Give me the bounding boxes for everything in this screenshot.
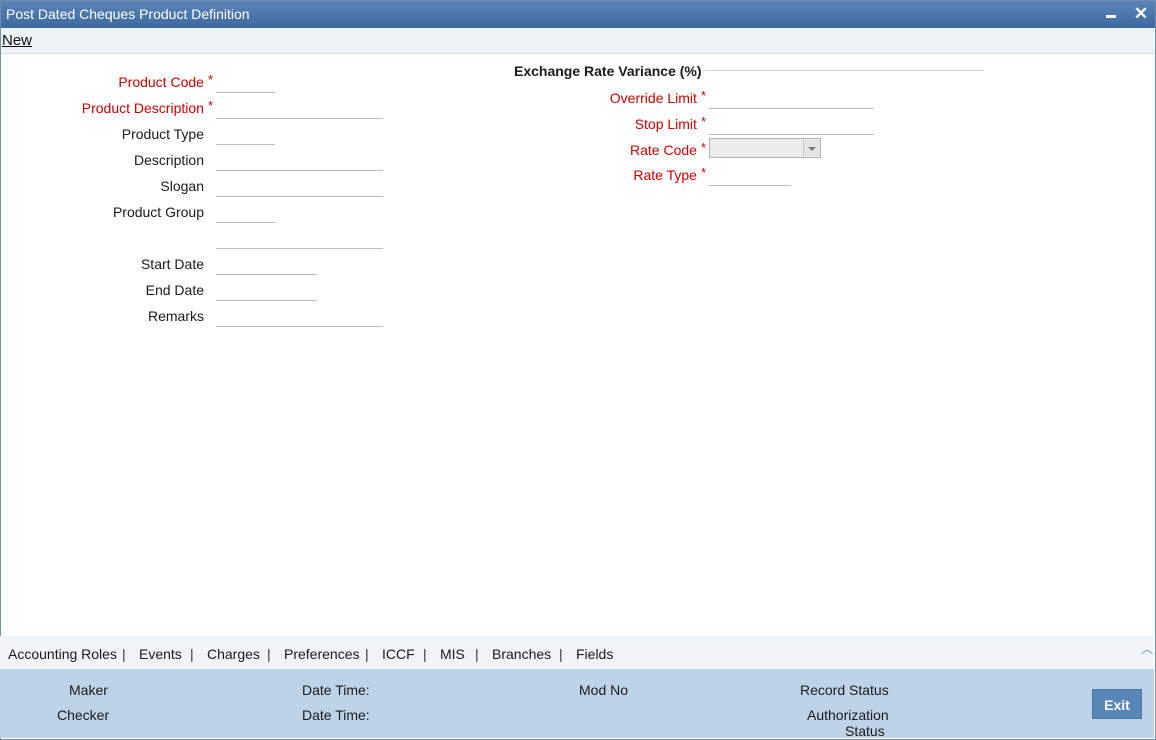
rate-type-label: Rate Type *: [633, 165, 706, 183]
stop-limit-field[interactable]: [709, 114, 874, 135]
authorization-label: Authorization: [807, 707, 889, 723]
remarks-label: Remarks: [147, 308, 204, 324]
tab-charges[interactable]: Charges: [207, 646, 260, 662]
product-group-field[interactable]: [216, 202, 275, 223]
rate-code-label: Rate Code *: [630, 140, 706, 158]
slogan-field[interactable]: [216, 176, 383, 197]
product-description-field[interactable]: [216, 98, 383, 119]
product-group-label: Product Group: [112, 204, 204, 220]
description-label: Description: [133, 152, 204, 168]
maker-date-time-label: Date Time:: [302, 682, 370, 698]
override-limit-label: Override Limit *: [609, 88, 706, 106]
tab-branches[interactable]: Branches: [492, 646, 551, 662]
tab-separator: |: [267, 646, 271, 662]
product-description-label: Product Description *: [81, 98, 213, 116]
close-icon[interactable]: ✕: [1131, 4, 1151, 24]
exit-button[interactable]: Exit: [1092, 689, 1142, 719]
end-date-label: End Date: [145, 282, 204, 298]
tab-mis[interactable]: MIS: [440, 646, 465, 662]
tab-fields[interactable]: Fields: [576, 646, 613, 662]
product-code-field[interactable]: [216, 72, 275, 93]
title-bar: Post Dated Cheques Product Definition ✕: [1, 1, 1155, 28]
exchange-rate-variance-title: Exchange Rate Variance (%): [514, 63, 702, 79]
product-group-description-field[interactable]: [216, 228, 383, 249]
new-link[interactable]: New: [2, 32, 32, 49]
tab-preferences[interactable]: Preferences: [284, 646, 359, 662]
audit-footer: [0, 669, 1154, 738]
checker-date-time-label: Date Time:: [302, 707, 370, 723]
override-limit-field[interactable]: [709, 88, 874, 109]
product-type-label: Product Type: [121, 126, 204, 142]
mod-no-label: Mod No: [579, 682, 629, 698]
stop-limit-label: Stop Limit *: [634, 114, 706, 132]
tab-separator: |: [559, 646, 563, 662]
tab-accounting-roles[interactable]: Accounting Roles: [8, 646, 117, 662]
subsystem-tabs: Accounting Roles | Events | Charges | Pr…: [0, 636, 1154, 669]
tab-separator: |: [365, 646, 369, 662]
maker-label: Maker: [69, 682, 108, 698]
tab-iccf[interactable]: ICCF: [382, 646, 415, 662]
tab-separator: |: [475, 646, 479, 662]
tab-separator: |: [122, 646, 126, 662]
product-code-label: Product Code *: [118, 72, 213, 90]
tab-events[interactable]: Events: [139, 646, 182, 662]
start-date-field[interactable]: [216, 254, 317, 275]
section-divider: [705, 70, 984, 71]
start-date-label: Start Date: [140, 256, 204, 272]
chevron-up-icon[interactable]: ︿: [1141, 640, 1153, 657]
product-type-field[interactable]: [216, 124, 275, 145]
rate-type-field[interactable]: [709, 165, 791, 186]
tab-separator: |: [190, 646, 194, 662]
minimize-icon[interactable]: [1101, 4, 1121, 24]
chevron-down-icon[interactable]: [803, 140, 819, 156]
slogan-label: Slogan: [160, 178, 204, 194]
checker-label: Checker: [57, 707, 110, 723]
remarks-field[interactable]: [216, 306, 383, 327]
record-status-label: Record Status: [800, 682, 889, 698]
end-date-field[interactable]: [216, 280, 317, 301]
rate-code-select[interactable]: [709, 138, 821, 158]
menu-bar: New: [1, 28, 1155, 54]
description-field[interactable]: [216, 150, 383, 171]
authorization-status-label: Status: [845, 723, 885, 739]
window-title: Post Dated Cheques Product Definition: [6, 6, 250, 22]
tab-separator: |: [423, 646, 427, 662]
